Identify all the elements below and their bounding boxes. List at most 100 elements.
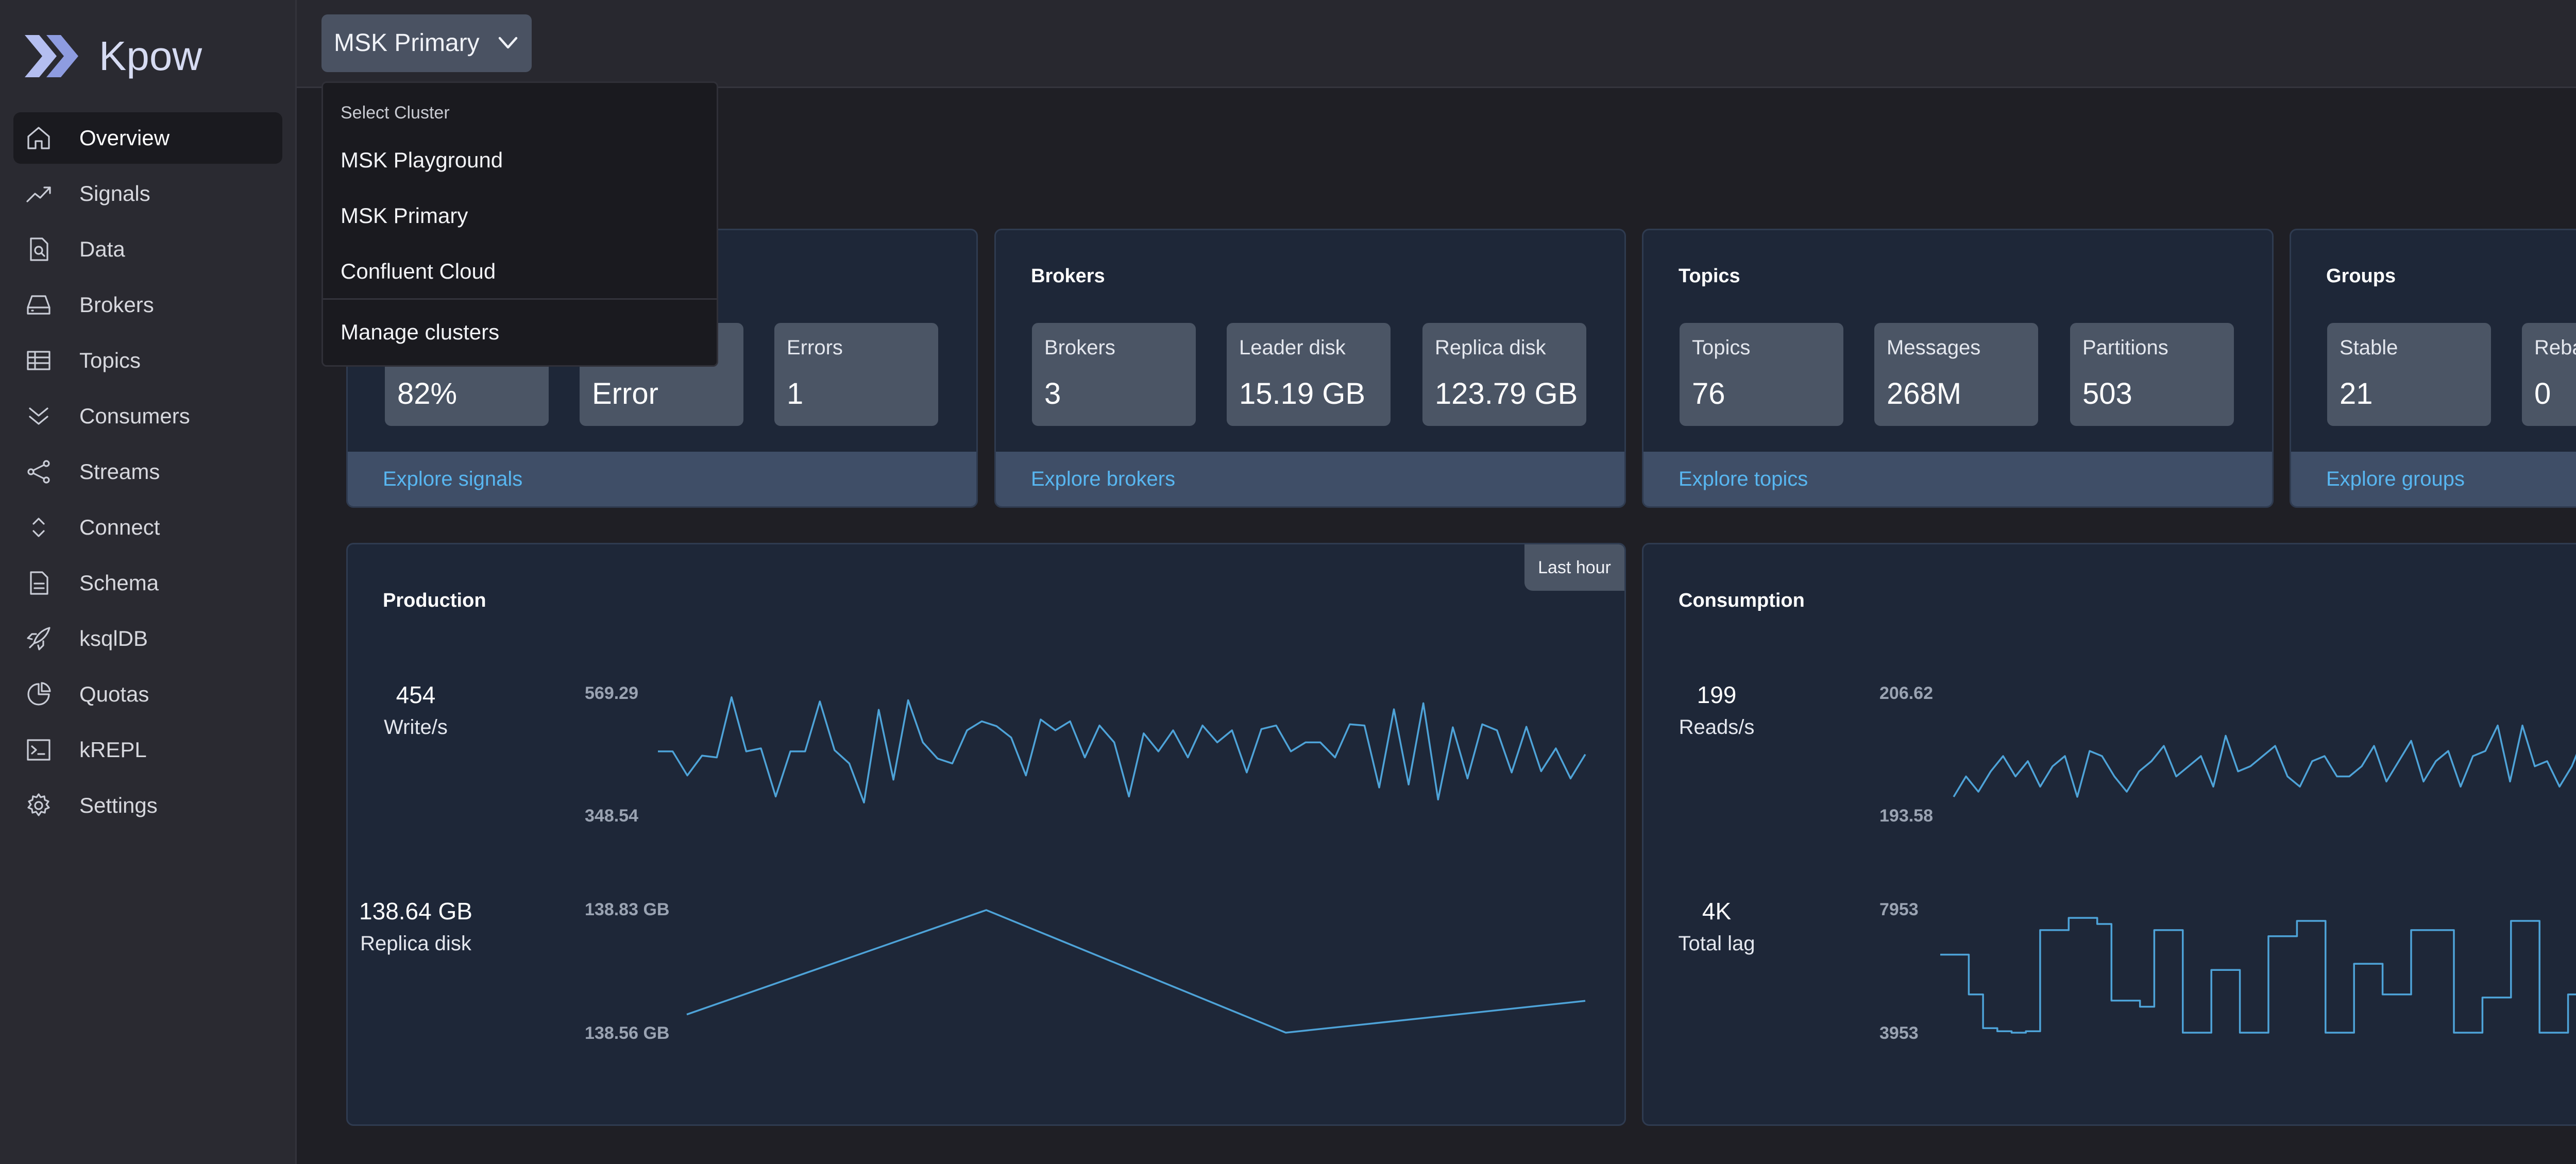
card-title: Groups: [2326, 265, 2396, 287]
app-name: Kpow: [99, 33, 202, 79]
stat-label: Messages: [1887, 336, 1981, 359]
axis-max-label: 206.62: [1879, 683, 1933, 703]
stable-stat-box: Stable 21: [2327, 323, 2491, 426]
sidebar-item-label: Data: [79, 237, 125, 261]
rocket-icon: [27, 627, 50, 651]
sidebar-item-overview[interactable]: Overview: [13, 112, 282, 164]
cluster-selector-label: MSK Primary: [334, 29, 480, 57]
stat-label: Errors: [787, 336, 843, 359]
metric-value: 199: [1697, 681, 1737, 708]
explore-brokers-link[interactable]: Explore brokers: [996, 452, 1624, 506]
writes-metric: 454 Write/s: [354, 678, 478, 743]
metric-unit: Reads/s: [1679, 716, 1755, 739]
explore-brokers-label: Explore brokers: [1031, 468, 1176, 490]
consumption-panel: Consumption 199 Reads/s 206.62 193.58 4K…: [1642, 543, 2576, 1126]
sidebar-item-quotas[interactable]: Quotas: [13, 669, 282, 720]
replica-disk-stat-box: Replica disk 123.79 GB: [1422, 323, 1586, 426]
explore-topics-link[interactable]: Explore topics: [1643, 452, 2272, 506]
reads-metric: 199 Reads/s: [1655, 678, 1778, 743]
sidebar-item-schema[interactable]: Schema: [13, 557, 282, 609]
sidebar-item-connect[interactable]: Connect: [13, 502, 282, 553]
stat-value: 76: [1692, 377, 1725, 410]
kpow-logo-icon: [25, 35, 78, 77]
metric-unit: Replica disk: [360, 932, 471, 955]
sidebar-item-label: Schema: [79, 571, 159, 595]
gear-icon: [27, 793, 50, 816]
sidebar-item-ksqldb[interactable]: ksqlDB: [13, 613, 282, 664]
file-search-icon: [30, 237, 48, 261]
stat-value: 503: [2082, 377, 2132, 410]
sidebar-item-brokers[interactable]: Brokers: [13, 279, 282, 331]
hard-drive-icon: [27, 295, 50, 315]
cluster-option-msk-playground[interactable]: MSK Playground: [341, 132, 701, 188]
stat-label: Stable: [2340, 336, 2398, 359]
sidebar: Kpow Overview Signals Data Brokers Topics Con…: [0, 0, 297, 1164]
sidebar-item-label: Quotas: [79, 682, 149, 706]
panel-title: Production: [383, 590, 486, 611]
metric-unit: Total lag: [1678, 932, 1755, 955]
writes-series-line: [658, 696, 1586, 803]
explore-groups-link[interactable]: Explore groups: [2291, 452, 2576, 506]
stat-value: 82%: [397, 377, 457, 410]
top-bar: [297, 0, 2576, 88]
table-icon: [27, 351, 50, 370]
chevron-down-icon: [498, 37, 518, 49]
reads-sparkline: [1953, 724, 2576, 798]
axis-max-label: 7953: [1879, 900, 1919, 919]
explore-signals-label: Explore signals: [383, 468, 523, 490]
stat-value: 0: [2534, 377, 2551, 410]
sidebar-item-label: Connect: [79, 515, 160, 539]
pie-chart-icon: [27, 682, 51, 706]
sidebar-item-label: Brokers: [79, 293, 154, 317]
cluster-option-confluent-cloud[interactable]: Confluent Cloud: [341, 244, 701, 299]
sidebar-item-krepl[interactable]: kREPL: [13, 724, 282, 776]
axis-max-label: 569.29: [585, 683, 638, 703]
stat-label: Brokers: [1044, 336, 1115, 359]
sidebar-item-label: Topics: [79, 348, 141, 372]
brokers-stat-box: Brokers 3: [1032, 323, 1196, 426]
stat-value: 1: [787, 377, 804, 410]
metric-unit: Write/s: [384, 716, 448, 739]
sidebar-item-label: Signals: [79, 181, 150, 206]
metric-value: 4K: [1702, 898, 1732, 925]
manage-clusters-option[interactable]: Manage clusters: [341, 304, 701, 360]
chevrons-down-icon: [29, 407, 48, 425]
rebalancing-stat-box: Reba 0: [2522, 323, 2576, 426]
total-lag-series-line: [1940, 917, 2576, 1034]
reads-series-line: [1953, 724, 2576, 798]
production-panel: Last hour Production 454 Write/s 569.29 …: [346, 543, 1626, 1126]
card-title: Brokers: [1031, 265, 1105, 287]
explore-groups-label: Explore groups: [2326, 468, 2465, 490]
sidebar-item-settings[interactable]: Settings: [13, 780, 282, 831]
cluster-option-msk-primary[interactable]: MSK Primary: [341, 188, 701, 244]
chevron-up-down-icon: [32, 518, 45, 537]
writes-sparkline: [658, 696, 1586, 803]
time-range-label: Last hour: [1538, 558, 1611, 577]
partitions-stat-box: Partitions 503: [2070, 323, 2234, 426]
replica-disk-series-line: [686, 909, 1586, 1034]
stat-value: 21: [2340, 377, 2373, 410]
axis-min-label: 193.58: [1879, 806, 1933, 826]
sidebar-item-data[interactable]: Data: [13, 224, 282, 275]
sidebar-item-signals[interactable]: Signals: [13, 168, 282, 219]
axis-max-label: 138.83 GB: [585, 900, 670, 919]
metric-value: 454: [396, 681, 436, 708]
stat-value: 3: [1044, 377, 1061, 410]
cluster-selector-button[interactable]: MSK Primary: [321, 14, 532, 72]
time-range-badge[interactable]: Last hour: [1524, 544, 1624, 591]
axis-min-label: 3953: [1879, 1023, 1919, 1043]
panel-title: Consumption: [1679, 590, 1805, 611]
sidebar-item-label: Streams: [79, 459, 160, 484]
stat-label: Partitions: [2082, 336, 2168, 359]
sidebar-item-streams[interactable]: Streams: [13, 446, 282, 498]
sidebar-item-label: Overview: [79, 126, 170, 150]
cluster-dropdown-menu: Select Cluster MSK Playground MSK Primar…: [321, 81, 718, 367]
replica-disk-metric: 138.64 GB Replica disk: [354, 895, 478, 960]
axis-min-label: 348.54: [585, 806, 638, 826]
groups-card: Groups Stable 21 Reba 0 Explore groups: [2290, 229, 2576, 508]
sidebar-item-topics[interactable]: Topics: [13, 335, 282, 386]
stat-label: Topics: [1692, 336, 1751, 359]
sidebar-item-consumers[interactable]: Consumers: [13, 390, 282, 442]
explore-signals-link[interactable]: Explore signals: [348, 452, 976, 506]
sidebar-item-label: Consumers: [79, 404, 190, 428]
